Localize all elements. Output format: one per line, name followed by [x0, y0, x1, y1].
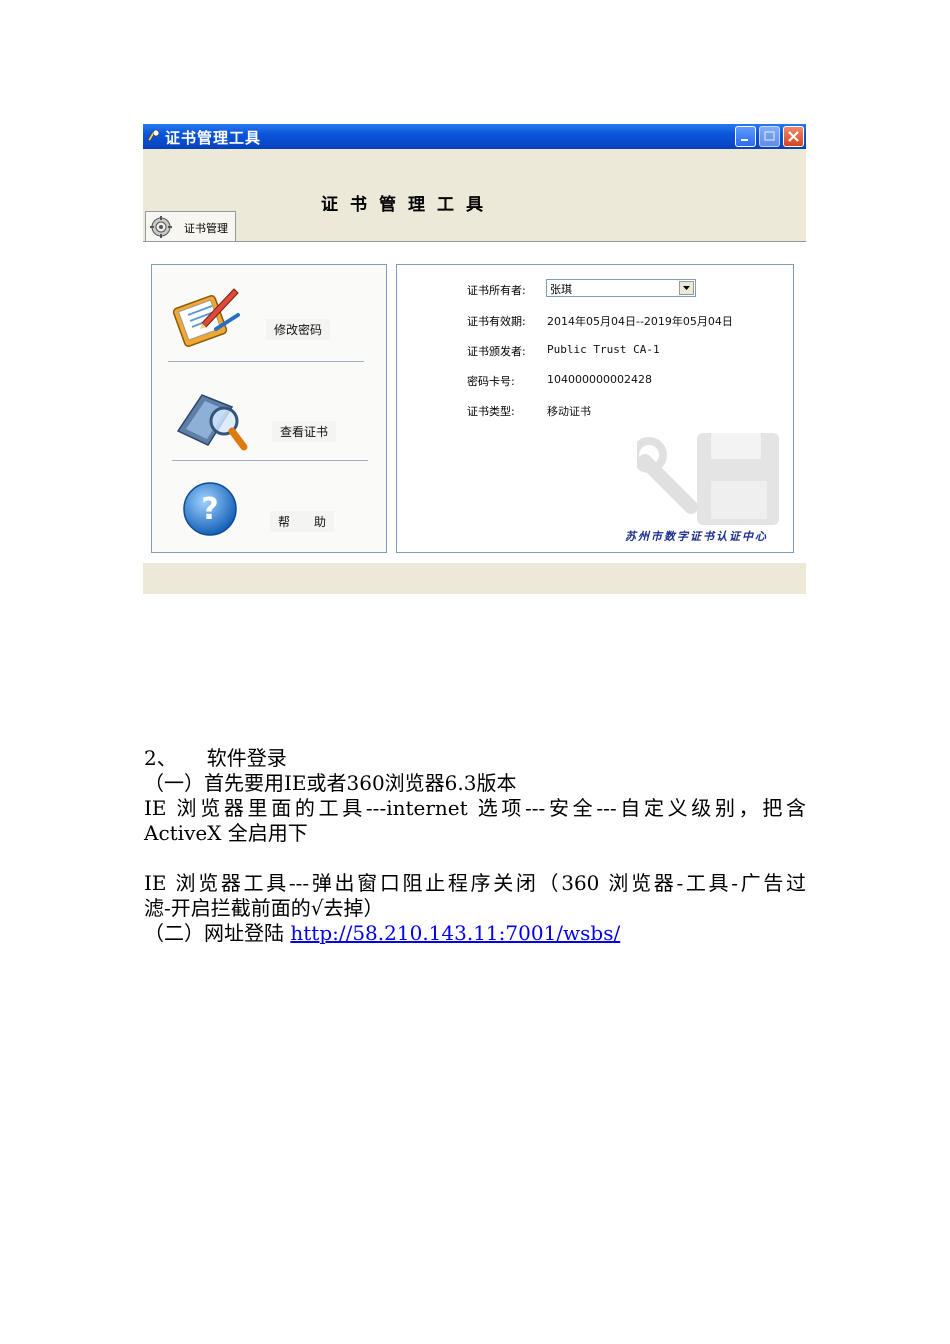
- chevron-down-icon: [683, 286, 690, 290]
- owner-label: 证书所有者:: [467, 284, 526, 297]
- type-label: 证书类型:: [467, 405, 515, 418]
- validity-value: 2014年05月04日--2019年05月04日: [547, 315, 733, 328]
- section-number: 2、: [144, 746, 177, 770]
- change-password-item[interactable]: 修改密码: [152, 265, 386, 355]
- ie-settings-line: IE 浏览器里面的工具---internet 选项---安全---自定义级别，把…: [144, 796, 806, 820]
- popup-blocker-line: IE 浏览器工具---弹出窗口阻止程序关闭（360 浏览器-工具-广告过: [144, 871, 806, 895]
- step-two: （二）网址登陆 http://58.210.143.11:7001/wsbs/: [144, 921, 806, 946]
- type-value: 移动证书: [547, 405, 591, 418]
- title-bar[interactable]: 证书管理工具: [143, 124, 806, 149]
- issuer-value: Public Trust CA-1: [547, 343, 660, 356]
- menu-separator: [172, 460, 368, 461]
- card-number-value: 104000000002428: [547, 373, 652, 386]
- minimize-icon: [741, 139, 748, 141]
- clipboard-pencil-icon: [172, 288, 240, 347]
- owner-value: 张琪: [550, 283, 572, 296]
- validity-label: 证书有效期:: [467, 315, 526, 328]
- step-two-text: （二）网址登陆: [144, 921, 291, 945]
- svg-text:?: ?: [201, 492, 218, 527]
- close-icon: [788, 131, 799, 142]
- window-title: 证书管理工具: [165, 129, 262, 147]
- issuer-label: 证书颁发者:: [467, 345, 526, 358]
- gear-icon: [150, 216, 172, 238]
- owner-select[interactable]: 张琪: [546, 279, 696, 297]
- document-body: 2、 软件登录 （一）首先要用IE或者360浏览器6.3版本 IE 浏览器里面的工…: [144, 746, 806, 946]
- magnifier-certificate-icon: [176, 394, 248, 451]
- change-password-label: 修改密码: [266, 319, 331, 340]
- menu-separator: [168, 361, 364, 362]
- maximize-icon: [764, 131, 775, 141]
- activex-line: ActiveX 全启用下: [144, 821, 308, 845]
- popup-blocker-line-2: 滤-开启拦截前面的√去掉）: [144, 896, 384, 920]
- issuer-center-name: 苏州市数字证书认证中心: [625, 530, 768, 543]
- section-title: 软件登录: [206, 746, 287, 770]
- action-menu: 修改密码 查看证书 ? 帮 助: [151, 264, 387, 553]
- app-icon: [147, 129, 160, 142]
- view-certificate-label: 查看证书: [272, 421, 337, 442]
- help-item[interactable]: ? 帮 助: [152, 469, 386, 559]
- dropdown-button[interactable]: [679, 281, 694, 295]
- view-certificate-item[interactable]: 查看证书: [152, 369, 386, 459]
- minimize-button[interactable]: [735, 126, 756, 147]
- tab-label: 证书管理: [184, 222, 228, 235]
- step-one: （一）首先要用IE或者360浏览器6.3版本: [144, 771, 517, 795]
- help-label: 帮 助: [270, 511, 335, 532]
- tools-watermark-icon: [637, 433, 779, 525]
- card-number-label: 密码卡号:: [467, 375, 515, 388]
- close-button[interactable]: [783, 126, 804, 147]
- help-icon: ?: [183, 482, 237, 536]
- certificate-tool-window: 证书管理工具 证书管理工具 证书管理 修改密码 查看证书 ? 帮 助 证书所有者…: [143, 124, 806, 594]
- tab-certificate-management[interactable]: 证书管理: [145, 211, 236, 241]
- login-url-link[interactable]: http://58.210.143.11:7001/wsbs/: [290, 921, 620, 945]
- certificate-info-panel: 证书所有者: 张琪 证书有效期: 2014年05月04日--2019年05月04…: [396, 264, 794, 553]
- maximize-button[interactable]: [759, 126, 780, 147]
- section-heading: 2、 软件登录: [144, 746, 806, 771]
